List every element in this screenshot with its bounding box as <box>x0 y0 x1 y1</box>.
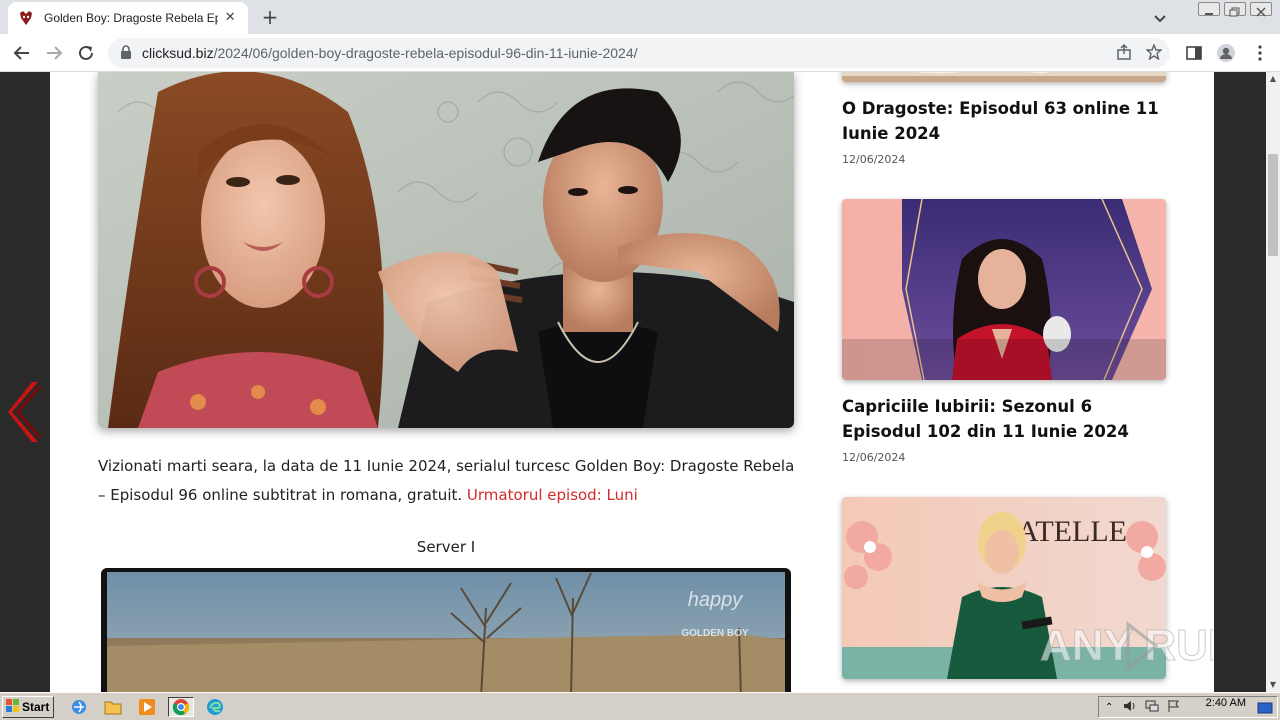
next-episode-link[interactable]: Urmatorul episod: Luni <box>467 486 638 504</box>
windows-logo-icon <box>6 698 20 716</box>
page-content: Vizionati marti seara, la data de 11 Iun… <box>50 72 1214 692</box>
bookmark-star-icon[interactable] <box>1145 43 1163 64</box>
sidebar-card-image-top[interactable] <box>842 72 1166 82</box>
tab-search-chevron-icon[interactable] <box>1150 8 1170 28</box>
start-button[interactable]: Start <box>2 696 54 718</box>
browser-toolbar: clicksud.biz/2024/06/golden-boy-dragoste… <box>0 34 1280 72</box>
browser-menu-icon[interactable] <box>1248 41 1272 65</box>
sidebar-item-title-1[interactable]: O Dragoste: Episodul 63 online 11 Iunie … <box>842 96 1172 146</box>
scroll-thumb[interactable] <box>1268 154 1278 256</box>
system-tray: ⌃ <box>1098 696 1278 718</box>
show-desktop-icon[interactable] <box>1257 700 1273 719</box>
tray-expand-icon[interactable]: ⌃ <box>1105 702 1113 713</box>
scroll-down-icon[interactable]: ▼ <box>1266 678 1280 692</box>
volume-icon[interactable] <box>1123 698 1137 717</box>
sidebar-item-title-2[interactable]: Capriciile Iubirii: Sezonul 6 Episodul 1… <box>842 394 1172 444</box>
start-label: Start <box>22 700 50 714</box>
svg-text:GOLDEN BOY: GOLDEN BOY <box>681 628 749 639</box>
minimize-button[interactable] <box>1198 2 1220 16</box>
tab-close-icon[interactable]: ✕ <box>222 10 238 26</box>
reload-icon[interactable] <box>74 41 98 65</box>
action-center-flag-icon[interactable] <box>1167 698 1181 717</box>
media-player-icon[interactable] <box>136 697 158 717</box>
episode-poster-image <box>98 72 794 428</box>
lock-icon[interactable] <box>120 44 132 63</box>
restore-button[interactable] <box>1224 2 1246 17</box>
previous-episode-arrow-icon[interactable] <box>8 380 44 444</box>
description-text: Vizionati marti seara, la data de 11 Iun… <box>98 457 795 504</box>
file-explorer-icon[interactable] <box>102 697 124 717</box>
taskbar-clock[interactable]: 2:40 AM <box>1206 697 1246 709</box>
site-favicon-icon <box>18 10 34 26</box>
share-icon[interactable] <box>1116 43 1132 64</box>
page-scrollbar[interactable]: ▲ ▼ <box>1266 72 1280 692</box>
svg-text:ATELLE: ATELLE <box>1017 515 1127 548</box>
sidebar-item-date-2: 12/06/2024 <box>842 451 906 464</box>
tab-strip: Golden Boy: Dragoste Rebela Episodul 96 … <box>0 0 1280 34</box>
sidebar-card-image-2[interactable] <box>842 199 1166 380</box>
browser-tab[interactable]: Golden Boy: Dragoste Rebela Episodul 96 … <box>8 2 248 34</box>
server-label: Server I <box>416 538 476 556</box>
profile-avatar-icon[interactable] <box>1214 41 1238 65</box>
chrome-taskbar-icon[interactable] <box>168 697 194 717</box>
svg-text:happy: happy <box>688 589 743 611</box>
scroll-up-icon[interactable]: ▲ <box>1266 72 1280 86</box>
back-arrow-icon[interactable] <box>10 41 34 65</box>
url-text: clicksud.biz/2024/06/golden-boy-dragoste… <box>142 45 638 61</box>
forward-arrow-icon[interactable] <box>42 41 66 65</box>
new-tab-button[interactable]: + <box>258 6 282 30</box>
tab-title: Golden Boy: Dragoste Rebela Episodul 96 <box>44 11 219 25</box>
episode-description: Vizionati marti seara, la data de 11 Iun… <box>98 452 798 509</box>
edge-icon[interactable] <box>204 697 226 717</box>
side-panel-icon[interactable] <box>1182 41 1206 65</box>
close-window-button[interactable] <box>1250 2 1272 17</box>
anyrun-watermark: ANY RUN <box>1040 610 1214 680</box>
network-icon[interactable] <box>1145 698 1159 717</box>
page-viewport: Vizionati marti seara, la data de 11 Iun… <box>0 72 1266 692</box>
windows-taskbar: Start ⌃ 2:40 AM <box>0 692 1280 720</box>
window-controls <box>1198 2 1272 17</box>
internet-explorer-icon[interactable] <box>68 697 90 717</box>
video-player[interactable]: happy GOLDEN BOY <box>101 568 791 692</box>
sidebar-item-date-1: 12/06/2024 <box>842 153 906 166</box>
address-bar[interactable]: clicksud.biz/2024/06/golden-boy-dragoste… <box>108 38 1170 68</box>
